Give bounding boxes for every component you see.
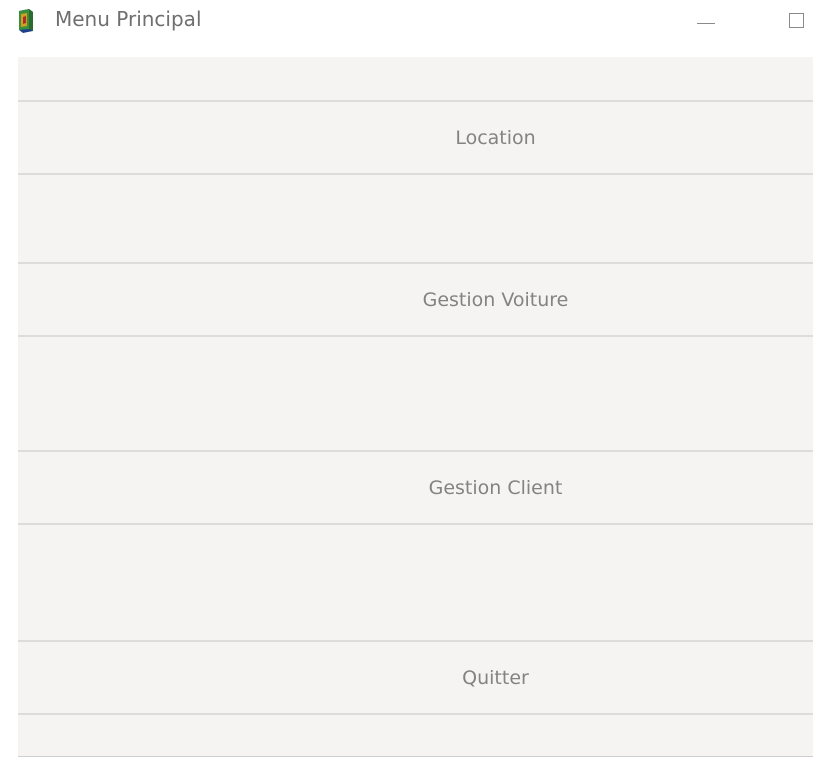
minimize-icon [697, 22, 715, 24]
book-icon [19, 9, 33, 33]
gestion-voiture-button-label: Gestion Voiture [422, 288, 569, 311]
quitter-button-label: Quitter [462, 666, 529, 689]
maximize-icon [788, 12, 804, 28]
gestion-client-button[interactable]: Gestion Client [18, 450, 813, 525]
location-button-label: Location [455, 126, 536, 149]
gestion-client-button-label: Gestion Client [428, 476, 563, 499]
gestion-voiture-button[interactable]: Gestion Voiture [18, 262, 813, 337]
quitter-button[interactable]: Quitter [18, 640, 813, 715]
maximize-button[interactable] [785, 9, 807, 31]
location-button[interactable]: Location [18, 100, 813, 175]
title-bar: Menu Principal [0, 0, 813, 42]
menu-panel: Location Gestion Voiture Gestion Client … [18, 57, 813, 757]
minimize-button[interactable] [688, 6, 724, 36]
window-title: Menu Principal [55, 7, 202, 31]
window-bottom-border [18, 756, 813, 757]
